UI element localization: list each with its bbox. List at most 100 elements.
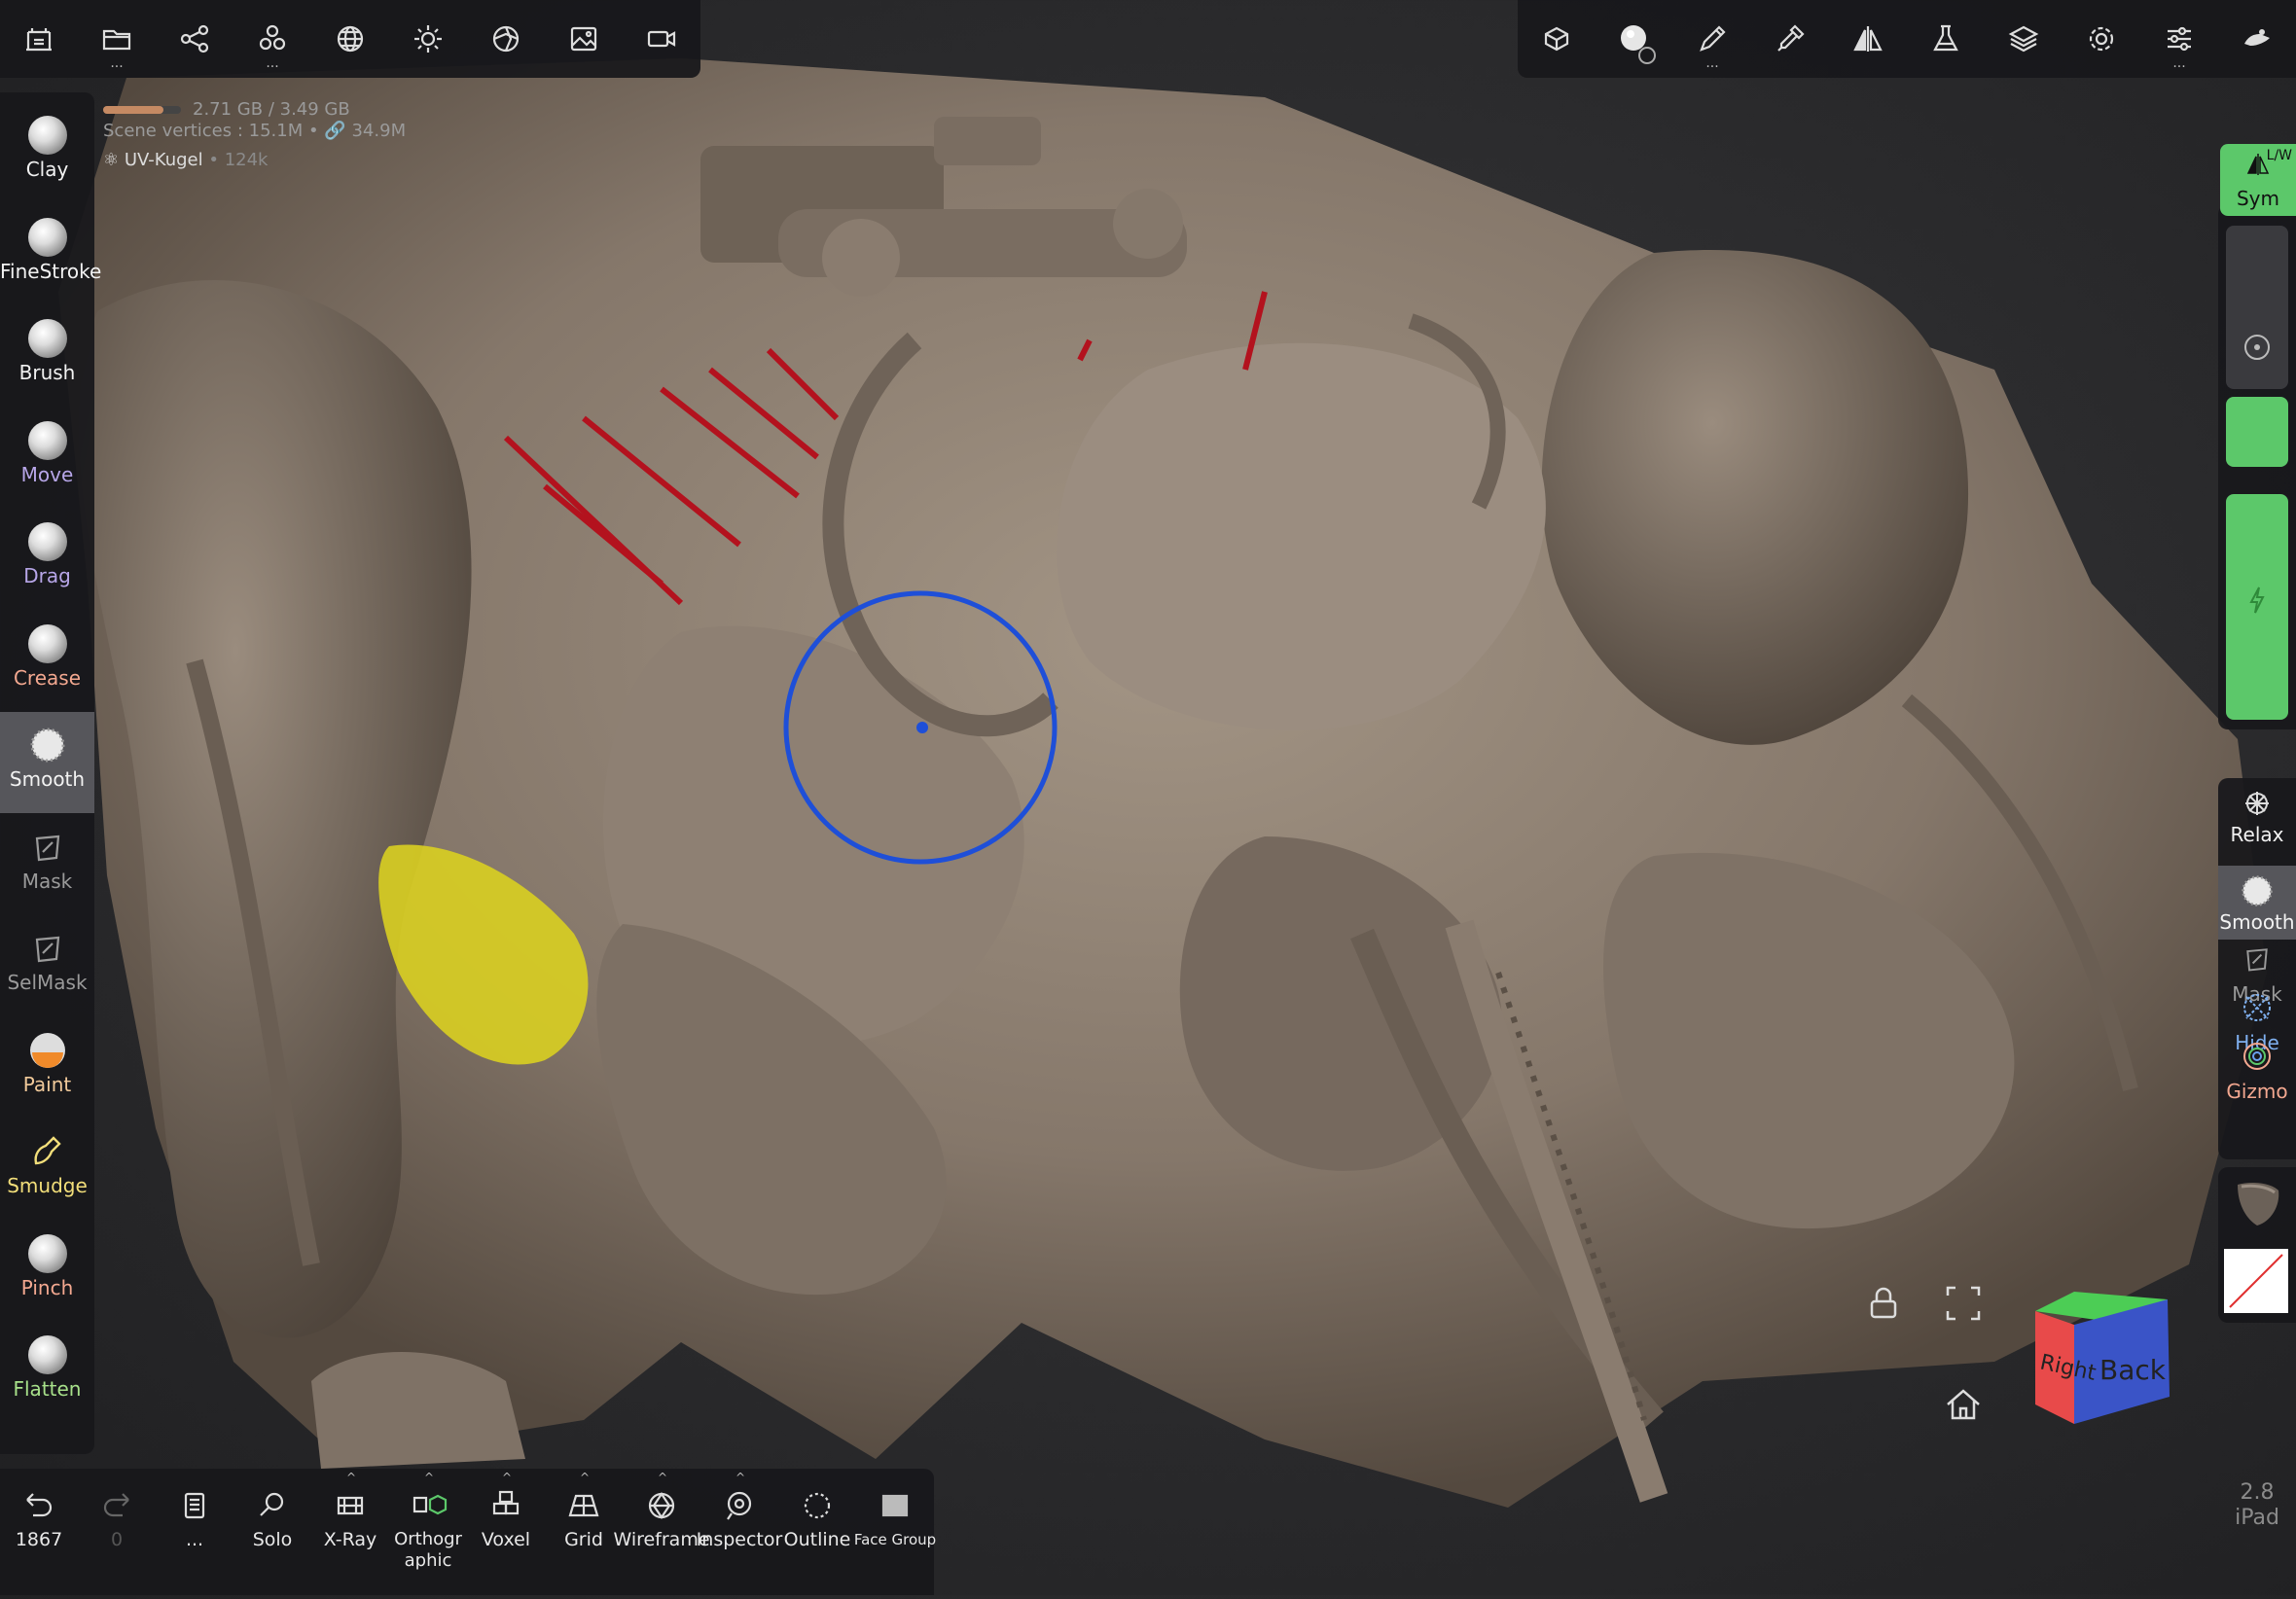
tool-flatten[interactable]: Flatten bbox=[0, 1322, 94, 1423]
tool-finestroke[interactable]: FineStroke bbox=[0, 204, 102, 305]
material-icon[interactable] bbox=[467, 0, 545, 78]
layers-icon[interactable] bbox=[1985, 0, 2063, 78]
paint-icon bbox=[28, 1031, 67, 1070]
top-right-toolbar: ... ... bbox=[1518, 0, 2296, 78]
symmetry-icon[interactable] bbox=[1829, 0, 1907, 78]
pinch-brush-icon bbox=[27, 1233, 67, 1273]
tool-label: SelMask bbox=[7, 971, 88, 994]
scene-info: 2.71 GB / 3.49 GB Scene vertices : 15.1M… bbox=[103, 99, 406, 171]
caret-icon: ^ bbox=[658, 1471, 668, 1484]
right-extra-panel bbox=[2218, 1167, 2296, 1323]
settings-icon[interactable] bbox=[2063, 0, 2140, 78]
tool-move[interactable]: Move bbox=[0, 408, 94, 509]
scene-icon[interactable] bbox=[0, 0, 78, 78]
clay-brush-icon bbox=[27, 116, 67, 155]
radius-icon bbox=[2244, 335, 2270, 360]
outline-icon bbox=[798, 1486, 837, 1525]
home-icon[interactable] bbox=[1944, 1385, 1983, 1424]
grid-button[interactable]: ^ Grid bbox=[545, 1469, 623, 1595]
caret-icon: ^ bbox=[735, 1471, 746, 1484]
tool-pinch[interactable]: Pinch bbox=[0, 1221, 94, 1322]
sliders-icon[interactable]: ... bbox=[2140, 0, 2218, 78]
tool-mask[interactable]: Mask bbox=[0, 814, 94, 915]
sun-icon[interactable] bbox=[389, 0, 467, 78]
ortho-button[interactable]: ^ Orthographic bbox=[389, 1469, 467, 1595]
sphere-icon[interactable] bbox=[311, 0, 389, 78]
active-object[interactable]: ⚛ UV-Kugel • 124k bbox=[103, 150, 406, 171]
fullscreen-icon[interactable] bbox=[1944, 1284, 1983, 1323]
facegroup-icon bbox=[876, 1486, 915, 1525]
undo-icon bbox=[19, 1486, 58, 1525]
radius-slider[interactable] bbox=[2226, 226, 2288, 467]
redo-icon bbox=[97, 1486, 136, 1525]
notes-button[interactable]: ... bbox=[156, 1469, 233, 1595]
brush-material-icon[interactable] bbox=[1596, 0, 1673, 78]
alpha-none-icon[interactable] bbox=[2224, 1249, 2288, 1313]
version-number: 2.8 bbox=[2240, 1480, 2275, 1505]
tool-label: Paint bbox=[22, 1072, 72, 1096]
memory-bar bbox=[103, 106, 181, 114]
right-tool-smooth[interactable]: Smooth bbox=[2218, 866, 2296, 940]
share-icon[interactable] bbox=[156, 0, 233, 78]
tool-paint[interactable]: Paint bbox=[0, 1017, 94, 1119]
tool-brush[interactable]: Brush bbox=[0, 305, 94, 407]
drag-brush-icon bbox=[27, 522, 67, 561]
relax-icon bbox=[2238, 786, 2277, 821]
brush-brush-icon bbox=[27, 319, 67, 358]
intensity-slider[interactable] bbox=[2226, 494, 2288, 720]
camera-icon[interactable] bbox=[623, 0, 700, 78]
voxel-button[interactable]: ^ Voxel bbox=[467, 1469, 545, 1595]
link-icon: 🔗 bbox=[324, 121, 346, 141]
memory-usage: 2.71 GB / 3.49 GB bbox=[103, 99, 406, 121]
layers-nodes-icon[interactable]: ... bbox=[233, 0, 311, 78]
matcap-icon[interactable] bbox=[2232, 1177, 2282, 1229]
mask-icon bbox=[28, 828, 67, 867]
right-tool-label: Gizmo bbox=[2226, 1080, 2288, 1103]
tool-smudge[interactable]: Smudge bbox=[0, 1119, 94, 1220]
right-tool-gizmo[interactable]: Gizmo bbox=[2218, 1039, 2296, 1103]
tool-drag[interactable]: Drag bbox=[0, 509, 94, 610]
tool-label: Flatten bbox=[13, 1377, 82, 1401]
image-icon[interactable] bbox=[545, 0, 623, 78]
tool-selmask[interactable]: SelMask bbox=[0, 915, 94, 1016]
left-tools-bar: Clay FineStroke Brush Move Drag Crease Smooth M… bbox=[0, 92, 102, 1454]
tool-label: Mask bbox=[21, 869, 73, 893]
tool-clay[interactable]: Clay bbox=[0, 102, 94, 203]
redo-button[interactable]: 0 bbox=[78, 1469, 156, 1595]
tool-crease[interactable]: Crease bbox=[0, 611, 94, 712]
undo-button[interactable]: 1867 bbox=[0, 1469, 78, 1595]
bottom-toolbar: 1867 0... Solo ^ X-Ray ^ Orthographic ^ Voxel ^ Gr… bbox=[0, 1469, 936, 1595]
tool-label: Brush bbox=[18, 361, 76, 384]
pen-icon[interactable]: ... bbox=[1673, 0, 1751, 78]
radius-fill bbox=[2226, 397, 2288, 467]
smooth-icon bbox=[2238, 873, 2277, 908]
dropper-icon[interactable] bbox=[1751, 0, 1829, 78]
tool-smooth[interactable]: Smooth bbox=[0, 712, 94, 813]
cube-icon[interactable] bbox=[1518, 0, 1596, 78]
gizmo-icon bbox=[2238, 1039, 2277, 1074]
right-tool-mask[interactable]: Mask bbox=[2218, 942, 2296, 1006]
outline-button[interactable]: Outline bbox=[778, 1469, 856, 1595]
bucket-icon[interactable] bbox=[2218, 0, 2296, 78]
tool-label: Smooth bbox=[9, 767, 86, 791]
lock-icon[interactable] bbox=[1864, 1284, 1903, 1323]
finestroke-brush-icon bbox=[27, 217, 67, 257]
bottom-button-label: Face Group bbox=[853, 1531, 937, 1548]
search-button[interactable]: Solo bbox=[233, 1469, 311, 1595]
inspector-button[interactable]: ^ Inspector bbox=[697, 1469, 783, 1595]
flask-icon[interactable] bbox=[1907, 0, 1985, 78]
right-tool-relax[interactable]: Relax bbox=[2218, 778, 2296, 852]
xray-button[interactable]: ^ X-Ray bbox=[311, 1469, 389, 1595]
sculpt-viewport[interactable] bbox=[0, 0, 2296, 1595]
intensity-icon bbox=[2249, 586, 2265, 614]
symmetry-button[interactable]: L/W Sym bbox=[2220, 144, 2296, 216]
folder-icon[interactable]: ... bbox=[78, 0, 156, 78]
bottom-button-label: X-Ray bbox=[323, 1529, 377, 1550]
device-label: iPad bbox=[2235, 1506, 2279, 1530]
wireframe-icon bbox=[642, 1486, 681, 1525]
navigation-cube[interactable]: Right Back bbox=[2024, 1282, 2179, 1438]
right-tool-hide[interactable]: Hide bbox=[2218, 990, 2296, 1054]
facegroup-button[interactable]: Face Group bbox=[854, 1469, 936, 1595]
wireframe-button[interactable]: ^ Wireframe bbox=[613, 1469, 709, 1595]
tool-label: FineStroke bbox=[0, 259, 102, 283]
